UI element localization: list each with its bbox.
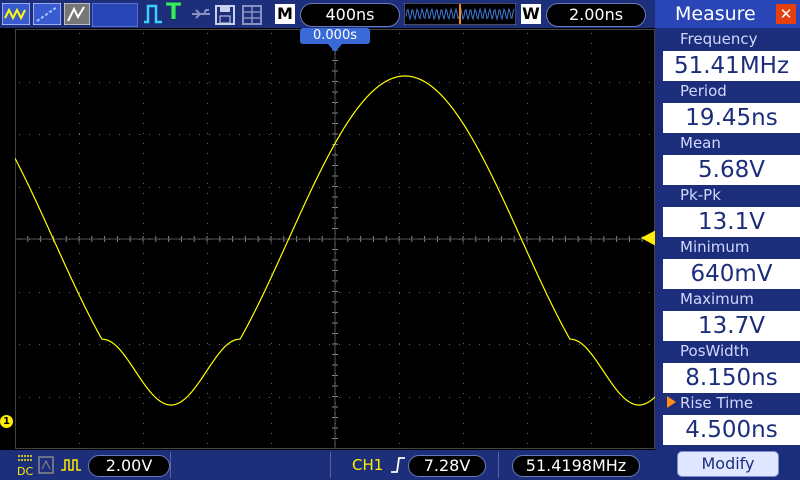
run-stop-pulse-icon[interactable] <box>142 4 164 24</box>
measure-label-minimum: Minimum <box>680 238 750 256</box>
channel1-ground-marker[interactable]: 1 <box>0 415 13 428</box>
trigger-status-icon: T <box>166 0 182 25</box>
divider <box>498 452 499 478</box>
measure-panel: Measure ✕ Frequency 51.41MHz Period 19.4… <box>655 0 800 480</box>
rising-edge-icon[interactable] <box>390 456 406 474</box>
coupling-dc-icon[interactable]: DC <box>16 453 34 477</box>
timebase-display[interactable]: 400ns <box>300 3 400 27</box>
measure-value-minimum[interactable]: 640mV <box>663 259 800 289</box>
measure-label-rise-time: Rise Time <box>680 394 754 412</box>
close-icon[interactable]: ✕ <box>776 4 796 24</box>
channel1-trace <box>15 75 655 406</box>
measure-value-maximum[interactable]: 13.7V <box>663 311 800 341</box>
usb-icon <box>192 9 210 19</box>
menu-grid-icon[interactable] <box>241 4 263 26</box>
measure-value-frequency[interactable]: 51.41MHz <box>663 51 800 81</box>
save-icon[interactable] <box>214 4 236 26</box>
window-time-display[interactable]: 2.00ns <box>546 3 646 27</box>
measure-value-mean[interactable]: 5.68V <box>663 155 800 185</box>
bottom-status-bar: DC 2.00V CH1 7.28V 51.4198MHz <box>0 450 655 480</box>
measure-label-period: Period <box>680 82 727 100</box>
divider <box>330 452 331 478</box>
frequency-counter-display: 51.4198MHz <box>512 455 640 477</box>
display-icon[interactable] <box>64 3 90 25</box>
measure-label-frequency: Frequency <box>680 30 758 48</box>
measure-value-pk-pk[interactable]: 13.1V <box>663 207 800 237</box>
measure-label-mean: Mean <box>680 134 721 152</box>
trigger-source-label[interactable]: CH1 <box>352 455 383 475</box>
bandwidth-limit-icon[interactable] <box>37 455 55 475</box>
waveform-overview-bar[interactable] <box>404 3 516 25</box>
selected-item-arrow-icon <box>667 396 676 408</box>
volts-per-div-display[interactable]: 2.00V <box>88 455 170 477</box>
trigger-level-display[interactable]: 7.28V <box>408 455 486 477</box>
window-tag: W <box>521 4 541 24</box>
svg-text:DC: DC <box>17 465 33 477</box>
divider <box>170 452 171 478</box>
measure-title: Measure <box>675 3 756 25</box>
measure-value-rise-time[interactable]: 4.500ns <box>663 415 800 445</box>
trigger-position-label[interactable]: 0.000s <box>300 28 370 44</box>
status-box <box>92 3 138 27</box>
digital-filter-icon[interactable] <box>60 456 82 474</box>
trigger-position-arrow-icon <box>327 43 343 52</box>
trigger-level-arrow-icon[interactable] <box>641 230 656 246</box>
cursor-icon[interactable] <box>33 3 61 25</box>
measure-label-maximum: Maximum <box>680 290 754 308</box>
waveform-screen[interactable] <box>15 29 655 449</box>
top-toolbar: T M 400ns W 2.00ns <box>0 0 655 28</box>
measure-label-poswidth: PosWidth <box>680 342 750 360</box>
measure-value-period[interactable]: 19.45ns <box>663 103 800 133</box>
waveform-icon[interactable] <box>2 3 30 25</box>
measure-panel-header: Measure ✕ <box>655 0 800 28</box>
measure-value-poswidth[interactable]: 8.150ns <box>663 363 800 393</box>
measure-label-pk-pk: Pk-Pk <box>680 186 721 204</box>
main-timebase-tag: M <box>275 4 295 24</box>
modify-button[interactable]: Modify <box>677 451 779 477</box>
